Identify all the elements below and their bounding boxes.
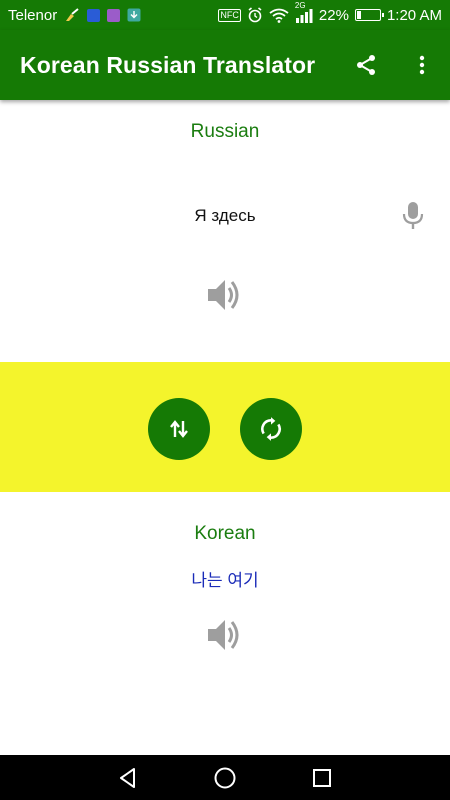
clock: 1:20 AM <box>386 6 442 24</box>
target-language-label[interactable]: Korean <box>0 523 450 545</box>
carrier-name: Telenor <box>8 6 58 24</box>
back-triangle-icon <box>120 767 136 788</box>
share-button[interactable] <box>338 37 394 93</box>
swap-vert-icon <box>170 420 188 438</box>
nfc-icon: NFC <box>218 8 241 22</box>
back-button[interactable] <box>108 758 148 798</box>
app-bar-actions <box>338 37 450 93</box>
action-band <box>0 362 450 492</box>
translate-refresh-button[interactable] <box>240 398 302 460</box>
source-text[interactable]: Я здесь <box>0 206 450 226</box>
navigation-bar <box>0 755 450 800</box>
app-notification-icon <box>87 8 101 22</box>
home-circle-icon <box>214 767 236 788</box>
translated-text: 나는 여기 <box>191 571 259 590</box>
volume-up-icon <box>208 280 239 310</box>
mic-icon <box>402 202 424 229</box>
battery-fill <box>356 11 362 19</box>
wifi-icon <box>269 8 289 23</box>
recents-button[interactable] <box>302 758 342 798</box>
cell-signal-icon: 2G <box>295 1 313 23</box>
sync-icon <box>261 417 281 441</box>
broom-icon <box>64 8 80 22</box>
app-bar: Korean Russian Translator <box>0 30 450 100</box>
alarm-icon <box>247 7 263 23</box>
overflow-menu-button[interactable] <box>394 37 450 93</box>
volume-up-icon <box>208 620 239 650</box>
home-button[interactable] <box>205 758 245 798</box>
swap-languages-button[interactable] <box>148 398 210 460</box>
status-bar-left: Telenor <box>8 7 141 24</box>
app-title: Korean Russian Translator <box>20 51 316 78</box>
battery-icon <box>354 9 384 21</box>
source-speak-button[interactable] <box>203 277 247 313</box>
network-type: 2G <box>294 0 306 10</box>
share-icon <box>357 55 375 75</box>
more-vert-icon <box>419 55 425 75</box>
battery-percent: 22% <box>318 6 349 24</box>
mic-button[interactable] <box>398 200 428 232</box>
gallery-notification-icon <box>107 8 121 22</box>
download-icon <box>127 8 141 22</box>
status-bar: Telenor NFC 2G 22% 1:20 AM <box>0 0 450 30</box>
source-language-label[interactable]: Russian <box>0 121 450 143</box>
status-bar-right: NFC 2G 22% 1:20 AM <box>218 1 442 24</box>
target-speak-button[interactable] <box>203 617 247 653</box>
recents-square-icon <box>312 768 331 787</box>
